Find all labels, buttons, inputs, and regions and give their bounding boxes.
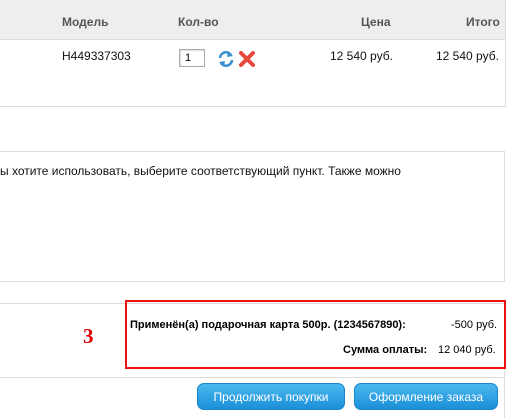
item-total: 12 540 руб. [436,49,499,63]
header-total: Итого [466,15,500,29]
info-text: ы хотите использовать, выберите соответс… [0,164,401,178]
gift-card-value: -500 руб. [451,319,498,331]
cart-table-header: Модель Кол-во Цена Итого [0,0,506,40]
header-qty: Кол-во [178,15,219,29]
quantity-input[interactable] [179,49,205,67]
annotation-highlight-box [125,300,506,369]
gift-card-label: Применён(а) подарочная карта 500р. (1234… [130,319,406,331]
info-panel: ы хотите использовать, выберите соответс… [0,151,505,282]
sum-value: 12 040 руб. [438,344,496,356]
annotation-number: 3 [83,324,94,348]
sum-label: Сумма оплаты: [343,344,428,356]
remove-icon[interactable] [238,50,256,68]
header-model: Модель [62,15,109,29]
item-model: H449337303 [62,49,131,63]
continue-shopping-button[interactable]: Продолжить покупки [197,383,345,410]
refresh-icon[interactable] [216,49,236,69]
checkout-button[interactable]: Оформление заказа [354,383,498,410]
item-price: 12 540 руб. [330,49,393,63]
header-price: Цена [361,15,391,29]
cart-item-row: H449337303 12 540 руб. 12 540 руб. [0,39,506,107]
